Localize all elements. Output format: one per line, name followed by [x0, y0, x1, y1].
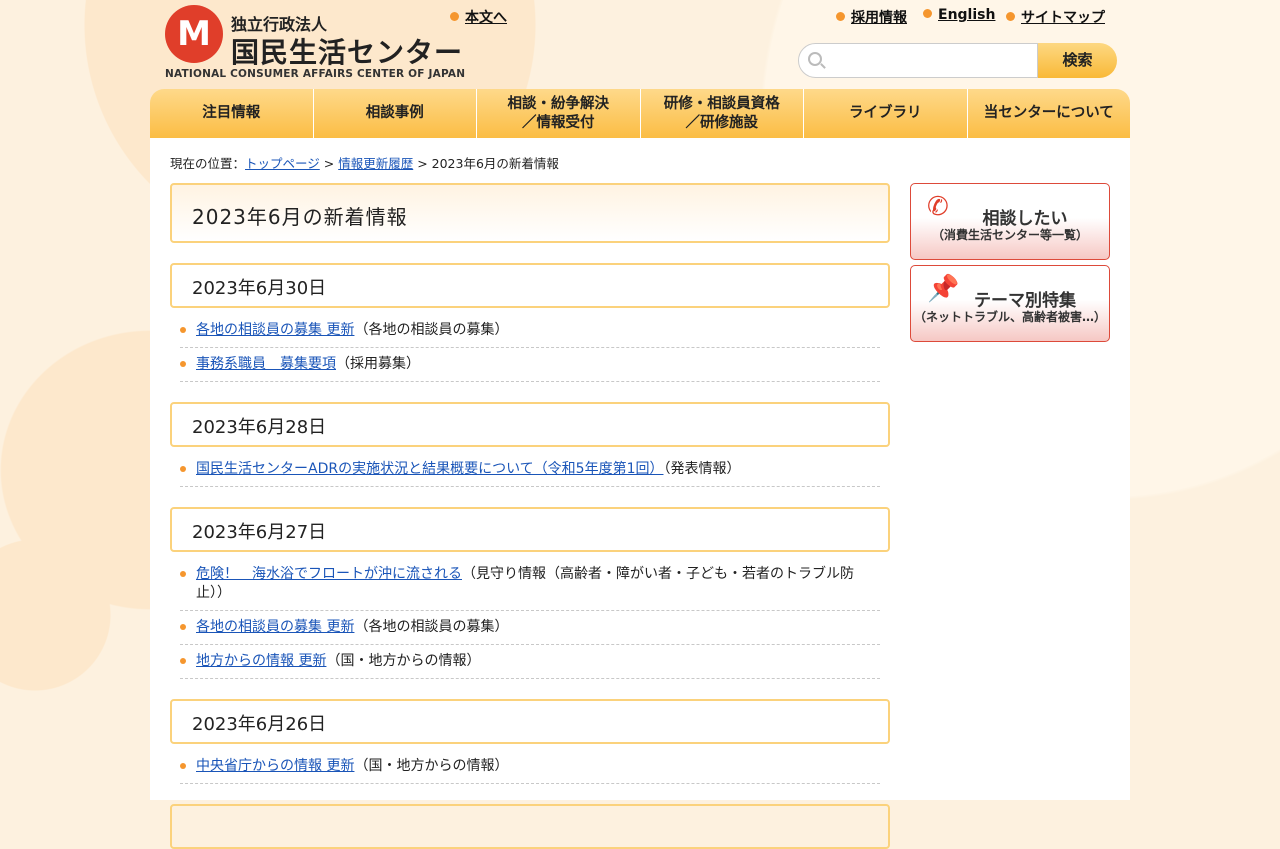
item-category: （国・地方からの情報）	[326, 653, 481, 669]
logo-english: NATIONAL CONSUMER AFFAIRS CENTER OF JAPA…	[165, 68, 466, 80]
item-category: （採用募集）	[336, 356, 420, 372]
list-item: 危険！ 海水浴でフロートが沖に流される（見守り情報（高齢者・障がい者・子ども・若…	[180, 558, 880, 611]
theme-subtitle: （ネットトラブル、高齢者被害…）	[913, 310, 1106, 324]
nav-library[interactable]: ライブラリ	[803, 89, 967, 138]
date-heading: 2023年6月30日	[170, 263, 890, 308]
item-link[interactable]: 国民生活センターADRの実施状況と結果概要について（令和5年度第1回）	[196, 461, 663, 477]
sidebar: ✆ 相談したい （消費生活センター等一覧） 📌 テーマ別特集 （ネットトラブル、…	[910, 183, 1110, 347]
global-nav: 注目情報 相談事例 相談・紛争解決 ／情報受付 研修・相談員資格 ／研修施設 ラ…	[150, 89, 1130, 138]
list-item: 事務系職員 募集要項（採用募集）	[180, 348, 880, 382]
logo-mark-icon: M	[165, 5, 223, 63]
update-list: 各地の相談員の募集 更新（各地の相談員の募集） 事務系職員 募集要項（採用募集）	[180, 314, 880, 382]
breadcrumb: 現在の位置：トップページ > 情報更新履歴 > 2023年6月の新着情報	[170, 153, 559, 172]
skip-to-content-link[interactable]: 本文へ	[450, 7, 507, 27]
page-title: 2023年6月の新着情報	[170, 183, 890, 243]
date-heading: 2023年6月27日	[170, 507, 890, 552]
list-item: 国民生活センターADRの実施状況と結果概要について（令和5年度第1回）（発表情報…	[180, 453, 880, 487]
update-list: 危険！ 海水浴でフロートが沖に流される（見守り情報（高齢者・障がい者・子ども・若…	[180, 558, 880, 679]
item-link[interactable]: 危険！ 海水浴でフロートが沖に流される	[196, 566, 462, 582]
date-heading	[170, 804, 890, 849]
update-list: 中央省庁からの情報 更新（国・地方からの情報）	[180, 750, 880, 784]
consult-button[interactable]: ✆ 相談したい （消費生活センター等一覧）	[910, 183, 1110, 260]
header: M 独立行政法人 国民生活センター NATIONAL CONSUMER AFFA…	[150, 0, 1130, 89]
list-item: 地方からの情報 更新（国・地方からの情報）	[180, 645, 880, 679]
date-heading: 2023年6月26日	[170, 699, 890, 744]
breadcrumb-history[interactable]: 情報更新履歴	[338, 156, 413, 171]
logo[interactable]: M 独立行政法人 国民生活センター NATIONAL CONSUMER AFFA…	[165, 5, 465, 81]
search-form: 検索	[798, 43, 1118, 78]
update-list: 国民生活センターADRの実施状況と結果概要について（令和5年度第1回）（発表情報…	[180, 453, 880, 487]
theme-features-button[interactable]: 📌 テーマ別特集 （ネットトラブル、高齢者被害…）	[910, 265, 1110, 342]
list-item: 各地の相談員の募集 更新（各地の相談員の募集）	[180, 314, 880, 348]
nav-about[interactable]: 当センターについて	[966, 89, 1131, 138]
nav-consultation[interactable]: 相談・紛争解決 ／情報受付	[476, 89, 640, 138]
recruit-link[interactable]: 採用情報	[836, 7, 907, 27]
list-item: 中央省庁からの情報 更新（国・地方からの情報）	[180, 750, 880, 784]
item-link[interactable]: 地方からの情報 更新	[196, 653, 326, 669]
breadcrumb-separator: >	[413, 156, 432, 171]
english-link[interactable]: English	[923, 7, 995, 23]
nav-training[interactable]: 研修・相談員資格 ／研修施設	[639, 89, 804, 138]
breadcrumb-current: 2023年6月の新着情報	[431, 156, 559, 171]
sitemap-link[interactable]: サイトマップ	[1006, 7, 1105, 27]
consult-subtitle: （消費生活センター等一覧）	[931, 228, 1088, 242]
search-input[interactable]	[798, 43, 1038, 78]
search-icon	[808, 52, 822, 66]
item-category: （各地の相談員の募集）	[354, 322, 509, 338]
nav-cases[interactable]: 相談事例	[312, 89, 477, 138]
logo-title: 国民生活センター	[231, 36, 464, 69]
search-button[interactable]: 検索	[1038, 43, 1117, 78]
item-category: （発表情報）	[663, 461, 741, 477]
item-category: （国・地方からの情報）	[354, 758, 509, 774]
item-link[interactable]: 各地の相談員の募集 更新	[196, 619, 354, 635]
main-column: 2023年6月の新着情報 2023年6月30日 各地の相談員の募集 更新（各地の…	[170, 183, 890, 849]
item-link[interactable]: 事務系職員 募集要項	[196, 356, 336, 372]
item-category: （各地の相談員の募集）	[354, 619, 509, 635]
breadcrumb-top[interactable]: トップページ	[245, 156, 320, 171]
date-heading: 2023年6月28日	[170, 402, 890, 447]
content: 現在の位置：トップページ > 情報更新履歴 > 2023年6月の新着情報 202…	[150, 138, 1130, 849]
breadcrumb-separator: >	[319, 156, 339, 171]
item-link[interactable]: 中央省庁からの情報 更新	[196, 758, 354, 774]
list-item: 各地の相談員の募集 更新（各地の相談員の募集）	[180, 611, 880, 645]
nav-featured[interactable]: 注目情報	[150, 89, 313, 138]
breadcrumb-prefix: 現在の位置：	[170, 156, 246, 171]
item-link[interactable]: 各地の相談員の募集 更新	[196, 322, 354, 338]
